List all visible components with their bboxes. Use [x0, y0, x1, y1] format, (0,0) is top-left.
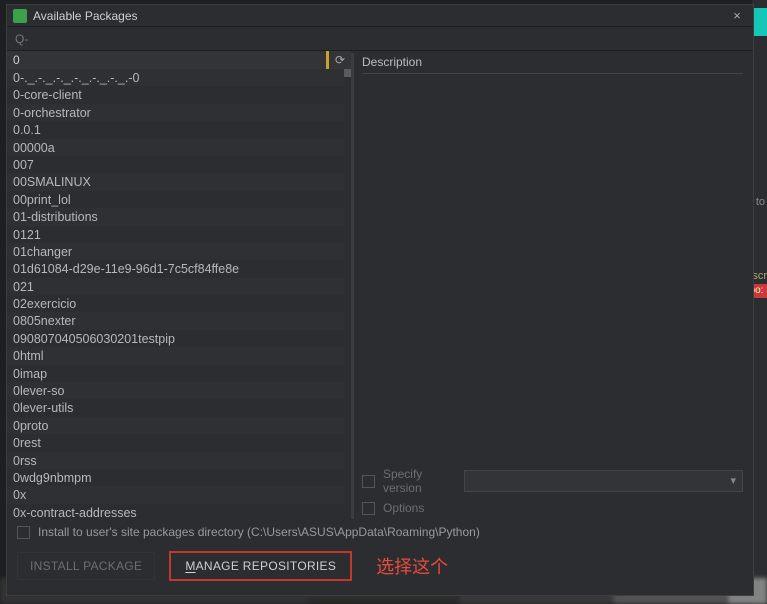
list-item[interactable]: 0rest [7, 434, 351, 451]
list-item[interactable]: 007 [7, 156, 351, 173]
manage-rest: ANAGE REPOSITORIES [196, 559, 337, 573]
list-item[interactable]: 01changer [7, 243, 351, 260]
description-hr [362, 73, 743, 74]
annotation-text: 选择这个 [376, 553, 448, 579]
manage-underline: M [185, 559, 195, 573]
refresh-icon: ⟳ [335, 53, 345, 67]
options-label: Options [383, 501, 424, 515]
specify-version-label: Specify version [383, 467, 464, 495]
specify-version-row: Specify version [362, 467, 743, 495]
install-package-button: INSTALL PACKAGE [17, 552, 155, 580]
description-area [362, 78, 743, 461]
list-item[interactable]: 0html [7, 347, 351, 364]
package-list[interactable]: 0-._.-._.-._.-._.-._.-._.-00-core-client… [7, 69, 351, 521]
description-label: Description [362, 55, 743, 73]
refresh-button[interactable]: ⟳ [329, 51, 351, 69]
install-to-user-row: Install to user's site packages director… [17, 525, 743, 539]
list-item[interactable]: 0lever-so [7, 382, 351, 399]
list-item[interactable]: 0-core-client [7, 86, 351, 103]
dialog-body: 0 ⟳ 0-._.-._.-._.-._.-._.-._.-00-core-cl… [7, 51, 753, 521]
list-item[interactable]: 0-._.-._.-._.-._.-._.-._.-0 [7, 69, 351, 86]
list-item[interactable]: 0121 [7, 226, 351, 243]
list-selected-item[interactable]: 0 [7, 51, 329, 69]
list-item[interactable]: 0805nexter [7, 312, 351, 329]
search-icon: Q- [15, 32, 28, 46]
list-item[interactable]: 0wdg9nbmpm [7, 469, 351, 486]
dialog-footer: Install to user's site packages director… [7, 521, 753, 595]
backdrop-side-scr: scr [752, 270, 767, 282]
package-list-panel: 0 ⟳ 0-._.-._.-._.-._.-._.-._.-00-core-cl… [7, 51, 351, 521]
available-packages-dialog: Available Packages × Q- 0 ⟳ 0-._.-._.-._… [6, 4, 754, 596]
install-to-user-checkbox[interactable] [17, 526, 30, 539]
list-item[interactable]: 0-orchestrator [7, 104, 351, 121]
list-item[interactable]: 00SMALINUX [7, 173, 351, 190]
list-item[interactable]: 0.0.1 [7, 121, 351, 138]
list-item[interactable]: 00print_lol [7, 191, 351, 208]
search-input[interactable] [32, 32, 745, 46]
install-to-user-label: Install to user's site packages director… [38, 525, 480, 539]
list-header: 0 ⟳ [7, 51, 351, 69]
list-item[interactable]: 0proto [7, 417, 351, 434]
list-item[interactable]: 021 [7, 278, 351, 295]
options-checkbox[interactable] [362, 502, 375, 515]
options-row: Options [362, 501, 743, 515]
scrollbar-thumb[interactable] [344, 69, 351, 77]
list-item[interactable]: 02exercicio [7, 295, 351, 312]
list-item[interactable]: 01d61084-d29e-11e9-96d1-7c5cf84ffe8e [7, 260, 351, 277]
list-item[interactable]: 0lever-utils [7, 399, 351, 416]
window-title: Available Packages [33, 9, 727, 23]
list-item[interactable]: 0rss [7, 452, 351, 469]
list-item[interactable]: 0imap [7, 365, 351, 382]
search-row: Q- [7, 27, 753, 51]
details-panel: Description Specify version Options [354, 51, 753, 521]
backdrop-right-strip [752, 0, 767, 604]
title-bar[interactable]: Available Packages × [7, 5, 753, 27]
list-item[interactable]: 00000a [7, 139, 351, 156]
scrollbar[interactable] [344, 69, 351, 521]
specify-version-checkbox[interactable] [362, 475, 375, 488]
list-item[interactable]: 0x-contract-addresses [7, 504, 351, 521]
app-icon [13, 9, 27, 23]
version-select[interactable] [464, 470, 743, 492]
manage-repositories-button[interactable]: MANAGE REPOSITORIES [169, 551, 352, 581]
list-item[interactable]: 090807040506030201testpip [7, 330, 351, 347]
list-item[interactable]: 01-distributions [7, 208, 351, 225]
close-icon[interactable]: × [727, 8, 747, 23]
button-row: INSTALL PACKAGE MANAGE REPOSITORIES 选择这个 [17, 547, 743, 591]
list-item[interactable]: 0x [7, 486, 351, 503]
